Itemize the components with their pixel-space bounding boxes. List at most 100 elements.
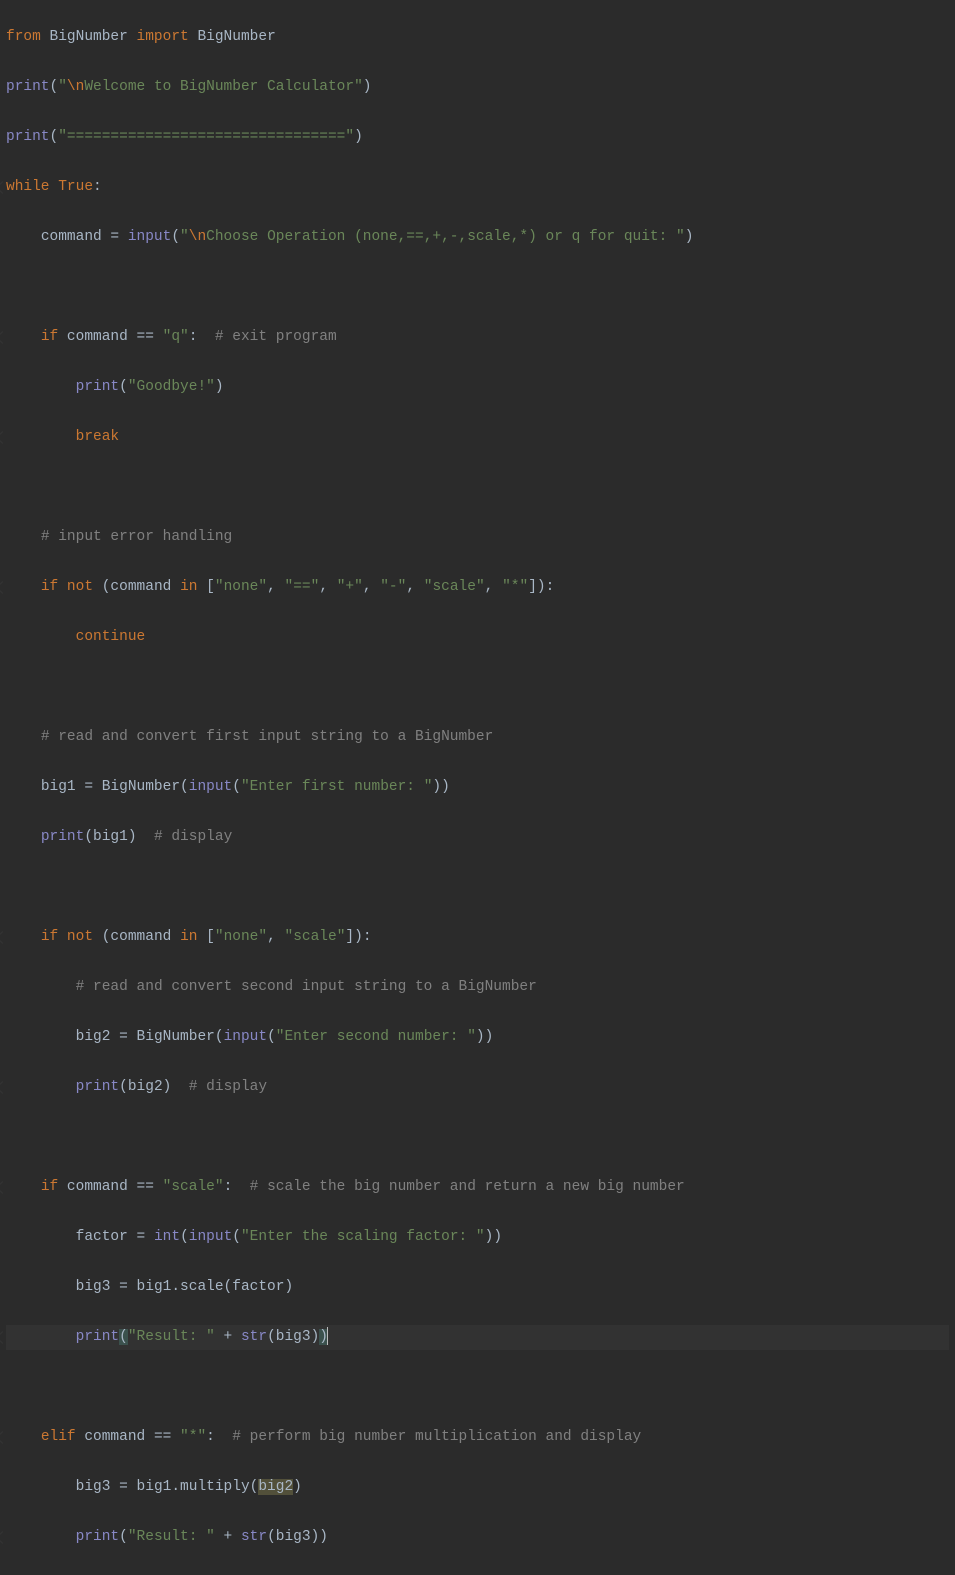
code-line[interactable]: while True: xyxy=(6,175,949,200)
string-literal: "-" xyxy=(380,579,406,595)
comment: # read and convert first input string to… xyxy=(41,729,493,745)
escape-seq: \n xyxy=(67,79,84,95)
paren: ) xyxy=(354,129,363,145)
colon: : xyxy=(206,1429,232,1445)
colon: : xyxy=(93,179,102,195)
operator-plus: + xyxy=(215,1529,241,1545)
string-quote: " xyxy=(58,79,67,95)
call-body: (big1) xyxy=(84,829,154,845)
indent xyxy=(6,1079,76,1095)
comment: # display xyxy=(154,829,232,845)
paren: )) xyxy=(476,1029,493,1045)
builtin-print: print xyxy=(41,829,85,845)
indent xyxy=(6,979,76,995)
comma: , xyxy=(319,579,336,595)
paren: ( xyxy=(119,1529,128,1545)
paren: ( xyxy=(232,779,241,795)
indent xyxy=(6,1229,76,1245)
code-line[interactable] xyxy=(6,275,949,300)
code-line[interactable]: break xyxy=(6,425,949,450)
string-literal: Choose Operation (none,==,+,-,scale,*) o… xyxy=(206,229,676,245)
code-line[interactable]: if command == "q": # exit program xyxy=(6,325,949,350)
code-line[interactable]: print("\nWelcome to BigNumber Calculator… xyxy=(6,75,949,100)
builtin-print: print xyxy=(76,1529,120,1545)
code-line[interactable]: if not (command in ["none", "==", "+", "… xyxy=(6,575,949,600)
indent xyxy=(6,1479,76,1495)
code-line[interactable] xyxy=(6,475,949,500)
colon: : xyxy=(224,1179,250,1195)
code-line[interactable]: factor = int(input("Enter the scaling fa… xyxy=(6,1225,949,1250)
comment: # display xyxy=(189,1079,267,1095)
code-line[interactable]: print(big2) # display xyxy=(6,1075,949,1100)
code-line[interactable]: continue xyxy=(6,625,949,650)
highlighted-identifier: big2 xyxy=(258,1479,293,1495)
assignment: factor = xyxy=(76,1229,154,1245)
string-literal: "scale" xyxy=(424,579,485,595)
code-line[interactable]: big1 = BigNumber(input("Enter first numb… xyxy=(6,775,949,800)
paren: ) xyxy=(363,79,372,95)
code-line[interactable]: # read and convert second input string t… xyxy=(6,975,949,1000)
keyword-if: if xyxy=(41,1179,67,1195)
indent xyxy=(6,629,76,645)
string-literal: "================================" xyxy=(58,129,354,145)
code-line[interactable] xyxy=(6,675,949,700)
string-literal: "q" xyxy=(163,329,189,345)
comma: , xyxy=(363,579,380,595)
code-line[interactable] xyxy=(6,1375,949,1400)
indent xyxy=(6,1329,76,1345)
code-line[interactable]: print(big1) # display xyxy=(6,825,949,850)
code-line[interactable]: big3 = big1.multiply(big2) xyxy=(6,1475,949,1500)
code-line[interactable]: if command == "scale": # scale the big n… xyxy=(6,1175,949,1200)
comment: # perform big number multiplication and … xyxy=(232,1429,641,1445)
code-line[interactable] xyxy=(6,1125,949,1150)
call-body: (big2) xyxy=(119,1079,189,1095)
code-editor[interactable]: from BigNumber import BigNumber print("\… xyxy=(0,0,955,1575)
operator-plus: + xyxy=(215,1329,241,1345)
keyword-elif: elif xyxy=(41,1429,85,1445)
paren: ( xyxy=(119,379,128,395)
code-line[interactable] xyxy=(6,875,949,900)
indent xyxy=(6,329,41,345)
condition: command == xyxy=(67,329,163,345)
paren: ( xyxy=(171,229,180,245)
code-line[interactable]: # read and convert first input string to… xyxy=(6,725,949,750)
keyword-in: in xyxy=(180,579,206,595)
paren: ( xyxy=(232,1229,241,1245)
keyword-continue: continue xyxy=(76,629,146,645)
paren: )) xyxy=(485,1229,502,1245)
string-literal: "Goodbye!" xyxy=(128,379,215,395)
builtin-input: input xyxy=(128,229,172,245)
code-line[interactable]: if not (command in ["none", "scale"]): xyxy=(6,925,949,950)
colon: : xyxy=(189,329,215,345)
code-line[interactable]: elif command == "*": # perform big numbe… xyxy=(6,1425,949,1450)
module-name: BigNumber xyxy=(41,29,137,45)
paren: ( xyxy=(267,1029,276,1045)
builtin-print: print xyxy=(76,1079,120,1095)
builtin-print: print xyxy=(6,79,50,95)
comment: # input error handling xyxy=(41,529,232,545)
indent xyxy=(6,529,41,545)
code-line[interactable]: from BigNumber import BigNumber xyxy=(6,25,949,50)
code-line[interactable]: print("Goodbye!") xyxy=(6,375,949,400)
code-line[interactable]: big2 = BigNumber(input("Enter second num… xyxy=(6,1025,949,1050)
code-line[interactable]: # input error handling xyxy=(6,525,949,550)
builtin-str: str xyxy=(241,1529,267,1545)
code-line[interactable]: print("Result: " + str(big3)) xyxy=(6,1525,949,1550)
code-line[interactable]: print("================================"… xyxy=(6,125,949,150)
indent xyxy=(6,229,41,245)
code-line[interactable]: big3 = big1.scale(factor) xyxy=(6,1275,949,1300)
bracket: [ xyxy=(206,929,215,945)
builtin-print: print xyxy=(76,379,120,395)
code-line[interactable]: command = input("\nChoose Operation (non… xyxy=(6,225,949,250)
indent xyxy=(6,1529,76,1545)
indent xyxy=(6,929,41,945)
string-literal: "Enter the scaling factor: " xyxy=(241,1229,485,1245)
indent xyxy=(6,379,76,395)
builtin-int: int xyxy=(154,1229,180,1245)
assignment: big3 = big1.multiply( xyxy=(76,1479,259,1495)
paren-expr: (command xyxy=(102,579,180,595)
condition: command == xyxy=(84,1429,180,1445)
code-line-current[interactable]: print("Result: " + str(big3)) xyxy=(6,1325,949,1350)
paren: ) xyxy=(293,1479,302,1495)
paren-expr: (big3) xyxy=(267,1329,319,1345)
